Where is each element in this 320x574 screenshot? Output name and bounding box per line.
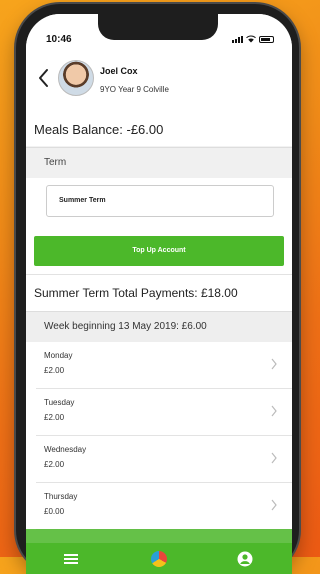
home-logo-icon[interactable] [151, 551, 167, 567]
day-list: Monday £2.00 Tuesday £2.00 Wednesday £2.… [26, 342, 292, 530]
list-item-thursday[interactable]: Thursday £0.00 [36, 483, 292, 530]
status-time: 10:46 [46, 34, 72, 45]
chevron-right-icon [271, 452, 277, 464]
term-area: Summer Term [26, 178, 292, 228]
week-heading: Week beginning 13 May 2019: £6.00 [44, 321, 207, 332]
day-name: Tuesday [44, 398, 75, 407]
topup-area: Top Up Account [26, 228, 292, 274]
signal-icon [232, 36, 243, 43]
menu-icon[interactable] [64, 553, 78, 565]
account-icon[interactable] [237, 551, 253, 567]
battery-icon [259, 36, 274, 43]
term-label: Term [44, 157, 67, 168]
avatar [58, 60, 94, 96]
app-header: Joel Cox 9YO Year 9 Colville [26, 50, 292, 113]
term-section-header: Term [26, 147, 292, 179]
status-icons [232, 35, 274, 43]
next-week-header-peek [26, 529, 292, 543]
day-amount: £2.00 [44, 460, 65, 469]
phone-notch [98, 14, 218, 40]
student-name: Joel Cox [100, 66, 138, 76]
balance-row: Meals Balance: -£6.00 [26, 112, 292, 146]
chevron-right-icon [271, 405, 277, 417]
list-item-wednesday[interactable]: Wednesday £2.00 [36, 436, 292, 483]
day-name: Thursday [44, 492, 78, 501]
student-details: 9YO Year 9 Colville [100, 85, 169, 94]
term-select[interactable]: Summer Term [46, 185, 274, 217]
day-amount: £0.00 [44, 507, 65, 516]
list-item-monday[interactable]: Monday £2.00 [36, 342, 292, 389]
week-header: Week beginning 13 May 2019: £6.00 [26, 311, 292, 343]
day-amount: £2.00 [44, 366, 65, 375]
app-screen: 10:46 Joel Cox 9YO Year 9 Colville Meals… [26, 14, 292, 574]
chevron-right-icon [271, 499, 277, 511]
page: { "status_bar": { "time": "10:46" }, "he… [0, 0, 303, 574]
bottom-tab-bar [26, 543, 292, 574]
day-name: Wednesday [44, 445, 87, 454]
top-up-account-button[interactable]: Top Up Account [34, 236, 284, 266]
wifi-icon [246, 35, 256, 43]
term-total-payments: Summer Term Total Payments: £18.00 [34, 286, 238, 300]
term-select-value: Summer Term [59, 197, 106, 204]
term-total-row: Summer Term Total Payments: £18.00 [26, 274, 292, 311]
back-button[interactable] [36, 66, 52, 90]
day-amount: £2.00 [44, 413, 65, 422]
meals-balance: Meals Balance: -£6.00 [34, 122, 164, 137]
day-name: Monday [44, 351, 73, 360]
chevron-right-icon [271, 358, 277, 370]
list-item-tuesday[interactable]: Tuesday £2.00 [36, 389, 292, 436]
